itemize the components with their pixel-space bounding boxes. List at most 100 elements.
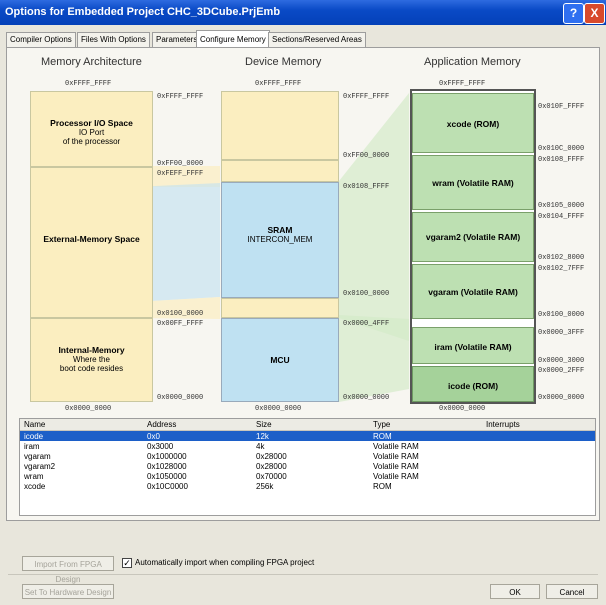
column-header-interrupts[interactable]: Interrupts: [486, 420, 520, 429]
cell-address: 0x3000: [147, 442, 174, 451]
table-row[interactable]: vgaram 0x1000000 0x28000 Volatile RAM: [20, 451, 595, 461]
app-block-icode[interactable]: icode (ROM): [412, 366, 534, 402]
app-address: 0x010F_FFFF: [538, 103, 585, 111]
cell-size: 12k: [256, 432, 269, 441]
arch-block-processor-io[interactable]: Processor I/O Space IO Port of the proce…: [30, 91, 153, 167]
app-block-vgaram[interactable]: vgaram (Volatile RAM): [412, 264, 534, 319]
table-row[interactable]: xcode 0x10C0000 256k ROM: [20, 481, 595, 491]
device-block-sram[interactable]: SRAM INTERCON_MEM: [221, 182, 339, 298]
app-address: 0x0000_2FFF: [538, 367, 585, 375]
arch-address: 0xFF00_0000: [157, 160, 204, 168]
app-bottom-address: 0x0000_0000: [439, 405, 486, 413]
app-address: 0x0000_3FFF: [538, 329, 585, 337]
column-header-size[interactable]: Size: [256, 420, 272, 429]
header-device-memory: Device Memory: [245, 56, 322, 68]
window-titlebar: Options for Embedded Project CHC_3DCube.…: [0, 0, 606, 25]
cell-name: iram: [24, 442, 40, 451]
app-address: 0x0105_0000: [538, 202, 585, 210]
app-block-xcode[interactable]: xcode (ROM): [412, 93, 534, 153]
app-block-vgaram2[interactable]: vgaram2 (Volatile RAM): [412, 212, 534, 262]
column-header-type[interactable]: Type: [373, 420, 390, 429]
cell-size: 4k: [256, 442, 265, 451]
app-address: 0x0102_8000: [538, 254, 585, 262]
cell-address: 0x0: [147, 432, 160, 441]
app-address: 0x0104_FFFF: [538, 213, 585, 221]
app-address: 0x0100_0000: [538, 311, 585, 319]
cell-type: ROM: [373, 482, 392, 491]
device-bottom-address: 0x0000_0000: [255, 405, 302, 413]
device-address: 0x0100_0000: [343, 290, 390, 298]
arch-address: 0x00FF_FFFF: [157, 320, 204, 328]
cell-name: vgaram2: [24, 462, 56, 471]
footer-divider: [8, 574, 598, 575]
cell-type: Volatile RAM: [373, 442, 419, 451]
header-memory-architecture: Memory Architecture: [41, 56, 142, 68]
arch-top-address: 0xFFFF_FFFF: [65, 80, 112, 88]
table-row[interactable]: iram 0x3000 4k Volatile RAM: [20, 441, 595, 451]
tab-compiler-options[interactable]: Compiler Options: [6, 32, 76, 47]
block-title: vgaram (Volatile RAM): [428, 287, 518, 297]
device-address: 0x0108_FFFF: [343, 183, 390, 191]
block-title: iram (Volatile RAM): [434, 342, 512, 352]
cell-type: Volatile RAM: [373, 452, 419, 461]
cell-name: vgaram: [24, 452, 51, 461]
column-header-name[interactable]: Name: [24, 420, 45, 429]
device-block-mcu[interactable]: MCU: [221, 318, 339, 402]
help-icon[interactable]: ?: [563, 3, 584, 24]
block-title: wram (Volatile RAM): [432, 178, 514, 188]
cell-name: xcode: [24, 482, 46, 491]
ok-button[interactable]: OK: [490, 584, 540, 599]
app-address: 0x0000_0000: [538, 394, 585, 402]
arch-block-external-memory[interactable]: External-Memory Space: [30, 167, 153, 318]
app-top-address: 0xFFFF_FFFF: [439, 80, 486, 88]
import-from-fpga-button[interactable]: Import From FPGA Design: [22, 556, 114, 584]
arch-address: 0x0000_0000: [157, 394, 204, 402]
tab-files-with-options[interactable]: Files With Options: [77, 32, 150, 47]
block-line: boot code resides: [59, 364, 124, 373]
table-row[interactable]: vgaram2 0x1028000 0x28000 Volatile RAM: [20, 461, 595, 471]
block-title: xcode (ROM): [446, 119, 500, 129]
cell-size: 0x28000: [256, 452, 287, 461]
table-row[interactable]: icode 0x0 12k ROM: [20, 431, 595, 441]
tab-sections-reserved-areas[interactable]: Sections/Reserved Areas: [268, 32, 366, 47]
column-header-address[interactable]: Address: [147, 420, 176, 429]
device-address: 0x0000_0000: [343, 394, 390, 402]
app-address: 0x0000_3000: [538, 357, 585, 365]
block-line: of the processor: [62, 137, 121, 146]
block-title: Processor I/O Space: [50, 118, 133, 128]
app-block-wram[interactable]: wram (Volatile RAM): [412, 155, 534, 210]
app-address: 0x010C_0000: [538, 145, 585, 153]
auto-import-checkbox[interactable]: ✓: [122, 558, 132, 568]
device-address: 0x0000_4FFF: [343, 320, 390, 328]
cell-address: 0x1028000: [147, 462, 187, 471]
tab-parameters[interactable]: Parameters: [152, 32, 202, 47]
cell-type: ROM: [373, 432, 392, 441]
table-header: Name Address Size Type Interrupts: [20, 419, 595, 431]
arch-bottom-address: 0x0000_0000: [65, 405, 112, 413]
memory-table[interactable]: Name Address Size Type Interrupts icode …: [19, 418, 596, 516]
device-top-address: 0xFFFF_FFFF: [255, 80, 302, 88]
tab-configure-memory[interactable]: Configure Memory: [196, 30, 270, 48]
memory-diagram: Memory Architecture Device Memory Applic…: [18, 56, 593, 416]
block-line: Where the: [73, 355, 110, 364]
block-title: External-Memory Space: [43, 234, 140, 244]
close-icon[interactable]: X: [584, 3, 605, 24]
device-address: 0xFF00_0000: [343, 152, 390, 160]
set-to-hardware-button[interactable]: Set To Hardware Design: [22, 584, 114, 599]
device-block-upper-2: [221, 160, 339, 182]
auto-import-label: Automatically import when compiling FPGA…: [135, 558, 315, 567]
cancel-button[interactable]: Cancel: [546, 584, 598, 599]
cell-size: 0x28000: [256, 462, 287, 471]
app-block-iram[interactable]: iram (Volatile RAM): [412, 327, 534, 364]
cell-name: icode: [24, 432, 44, 441]
table-row[interactable]: wram 0x1050000 0x70000 Volatile RAM: [20, 471, 595, 481]
header-application-memory: Application Memory: [424, 56, 521, 68]
block-line: INTERCON_MEM: [247, 235, 313, 244]
cell-address: 0x10C0000: [147, 482, 188, 491]
app-address: 0x0102_7FFF: [538, 265, 585, 273]
cell-type: Volatile RAM: [373, 472, 419, 481]
cell-address: 0x1050000: [147, 472, 187, 481]
cell-size: 256k: [256, 482, 274, 491]
block-title: Internal-Memory: [58, 345, 125, 355]
arch-block-internal-memory[interactable]: Internal-Memory Where the boot code resi…: [30, 318, 153, 402]
